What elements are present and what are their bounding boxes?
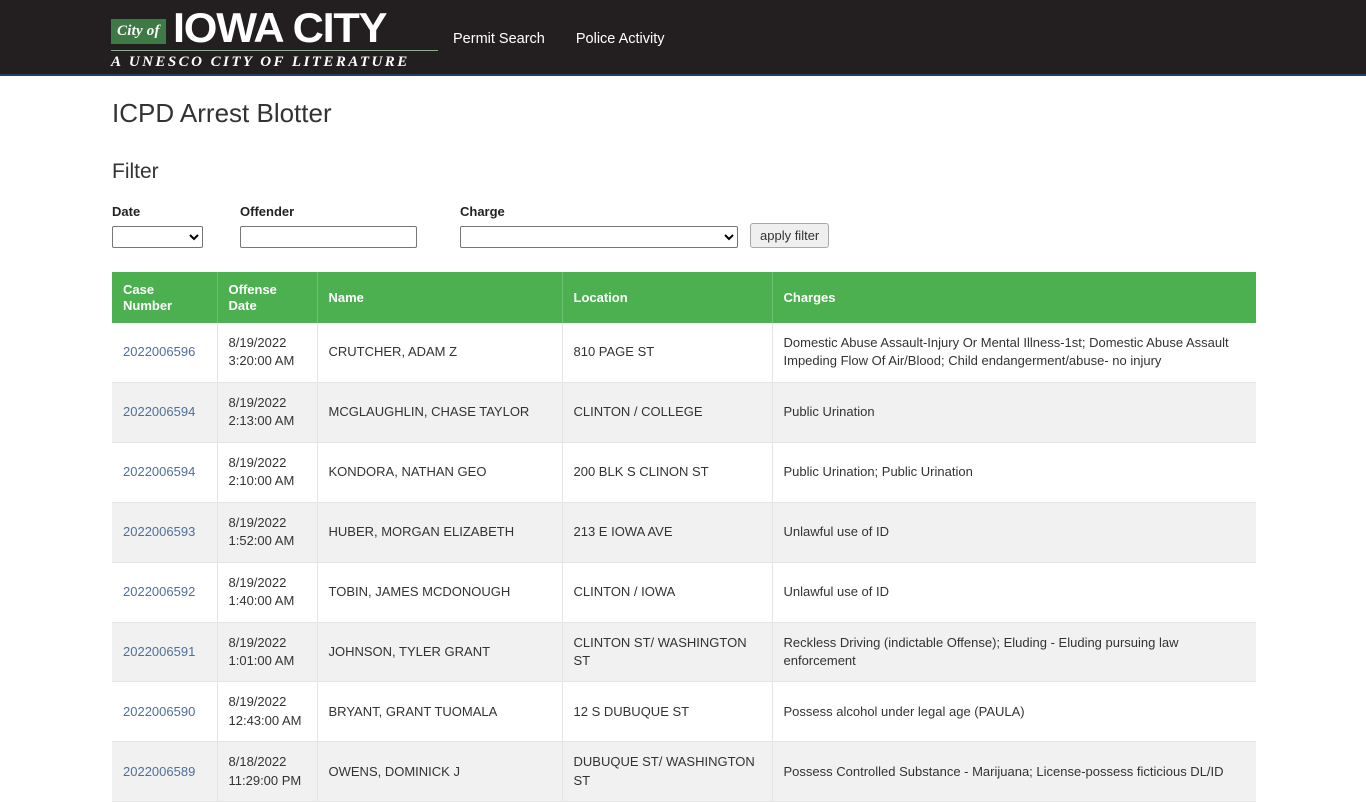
nav-link-police-activity[interactable]: Police Activity [576,31,665,47]
table-header-row: Case Number Offense Date Name Location C… [112,272,1256,324]
case-number-link[interactable]: 2022006596 [123,344,195,359]
cell-charges: Reckless Driving (indictable Offense); E… [772,622,1256,683]
cell-name: HUBER, MORGAN ELIZABETH [317,502,563,563]
cell-charges: Unlawful use of ID [772,502,1256,563]
offender-filter-input[interactable] [240,226,417,249]
table-row: 2022006593 8/19/2022 1:52:00 AM HUBER, MOR… [112,502,1256,563]
cell-offense-date: 8/19/2022 1:40:00 AM [217,562,318,623]
cell-case-number: 2022006596 [112,323,218,383]
cell-offense-date: 8/19/2022 3:20:00 AM [217,323,318,383]
table-row: 2022006596 8/19/2022 3:20:00 AM CRUTCHER, … [112,323,1256,383]
cell-name: TOBIN, JAMES MCDONOUGH [317,562,563,623]
table-body: 2022006596 8/19/2022 3:20:00 AM CRUTCHER, … [112,323,1256,802]
case-number-link[interactable]: 2022006592 [123,584,195,599]
cell-location: 810 PAGE ST [562,323,773,383]
column-header-offense-date[interactable]: Offense Date [217,272,318,324]
cell-case-number: 2022006592 [112,562,218,623]
column-header-charges[interactable]: Charges [772,272,1256,324]
cell-case-number: 2022006594 [112,442,218,503]
cell-case-number: 2022006590 [112,681,218,743]
case-number-link[interactable]: 2022006591 [123,644,195,659]
cell-location: 200 BLK S CLINON ST [562,442,773,503]
page-content: ICPD Arrest Blotter Filter Date Offender… [0,98,1366,802]
cell-offense-date: 8/19/2022 1:01:00 AM [217,622,318,683]
table-header: Case Number Offense Date Name Location C… [112,272,1256,324]
logo-iowa-city-text: IOWA CITY [172,3,387,51]
table-row: 2022006589 8/18/2022 11:29:00 PM OWENS, DO… [112,741,1256,802]
cell-location: 12 S DUBUQUE ST [562,681,773,743]
filter-field-offender: Offender [240,204,440,249]
table-row: 2022006590 8/19/2022 12:43:00 AM BRYANT, G… [112,681,1256,743]
filter-label-charge: Charge [460,204,505,220]
logo-tagline: A UNESCO CITY OF LITERATURE [111,53,410,70]
logo-city-of-badge: City of [111,18,166,44]
case-number-link[interactable]: 2022006590 [123,704,195,719]
table-row: 2022006594 8/19/2022 2:10:00 AM KONDORA, N… [112,442,1256,503]
filter-heading: Filter [112,160,159,184]
apply-filter-button[interactable]: apply filter [750,223,830,249]
cell-charges: Unlawful use of ID [772,562,1256,623]
case-number-link[interactable]: 2022006589 [123,764,195,779]
cell-name: BRYANT, GRANT TUOMALA [317,681,563,743]
column-header-name[interactable]: Name [317,272,563,324]
cell-offense-date: 8/19/2022 2:10:00 AM [217,442,318,503]
cell-charges: Public Urination; Public Urination [772,442,1256,503]
arrest-blotter-table: Case Number Offense Date Name Location C… [112,272,1256,802]
date-filter-select[interactable] [112,226,203,249]
site-logo[interactable]: City of IOWA CITY A UNESCO CITY OF LITER… [111,4,438,71]
table-row: 2022006592 8/19/2022 1:40:00 AM TOBIN, JAM… [112,562,1256,623]
cell-case-number: 2022006594 [112,382,218,443]
cell-location: 213 E IOWA AVE [562,502,773,563]
nav-link-permit-search[interactable]: Permit Search [453,31,545,47]
table-row: 2022006591 8/19/2022 1:01:00 AM JOHNSON, T… [112,622,1256,683]
case-number-link[interactable]: 2022006594 [123,464,195,479]
site-header: City of IOWA CITY A UNESCO CITY OF LITER… [0,0,1366,76]
cell-case-number: 2022006589 [112,741,218,802]
filter-field-charge: Charge [460,204,738,249]
column-header-location[interactable]: Location [562,272,773,324]
case-number-link[interactable]: 2022006593 [123,524,195,539]
case-number-link[interactable]: 2022006594 [123,404,195,419]
cell-name: MCGLAUGHLIN, CHASE TAYLOR [317,382,563,443]
cell-name: OWENS, DOMINICK J [317,741,563,802]
column-header-case-number[interactable]: Case Number [112,272,218,324]
page-title: ICPD Arrest Blotter [112,98,332,128]
cell-location: DUBUQUE ST/ WASHINGTON ST [562,741,773,802]
filter-field-date: Date [112,204,219,249]
cell-offense-date: 8/19/2022 1:52:00 AM [217,502,318,563]
charge-filter-select[interactable] [460,226,738,249]
cell-offense-date: 8/19/2022 2:13:00 AM [217,382,318,443]
cell-charges: Domestic Abuse Assault-Injury Or Mental … [772,323,1256,383]
cell-charges: Possess alcohol under legal age (PAULA) [772,681,1256,743]
cell-offense-date: 8/18/2022 11:29:00 PM [217,741,318,802]
cell-name: CRUTCHER, ADAM Z [317,323,563,383]
cell-location: CLINTON / IOWA [562,562,773,623]
cell-offense-date: 8/19/2022 12:43:00 AM [217,681,318,743]
cell-case-number: 2022006593 [112,502,218,563]
filter-label-date: Date [112,204,141,220]
cell-location: CLINTON ST/ WASHINGTON ST [562,622,773,683]
blotter-table-container: Case Number Offense Date Name Location C… [112,272,1256,802]
table-row: 2022006594 8/19/2022 2:13:00 AM MCGLAUGHLI… [112,382,1256,443]
cell-name: JOHNSON, TYLER GRANT [317,622,563,683]
cell-location: CLINTON / COLLEGE [562,382,773,443]
cell-charges: Public Urination [772,382,1256,443]
primary-nav: Permit Search Police Activity [453,31,696,47]
cell-charges: Possess Controlled Substance - Marijuana… [772,741,1256,802]
cell-name: KONDORA, NATHAN GEO [317,442,563,503]
logo-wordmark-row: City of IOWA CITY [111,4,438,48]
filter-bar: Date Offender Charge apply filter [112,204,1366,249]
filter-label-offender: Offender [240,204,295,220]
cell-case-number: 2022006591 [112,622,218,683]
